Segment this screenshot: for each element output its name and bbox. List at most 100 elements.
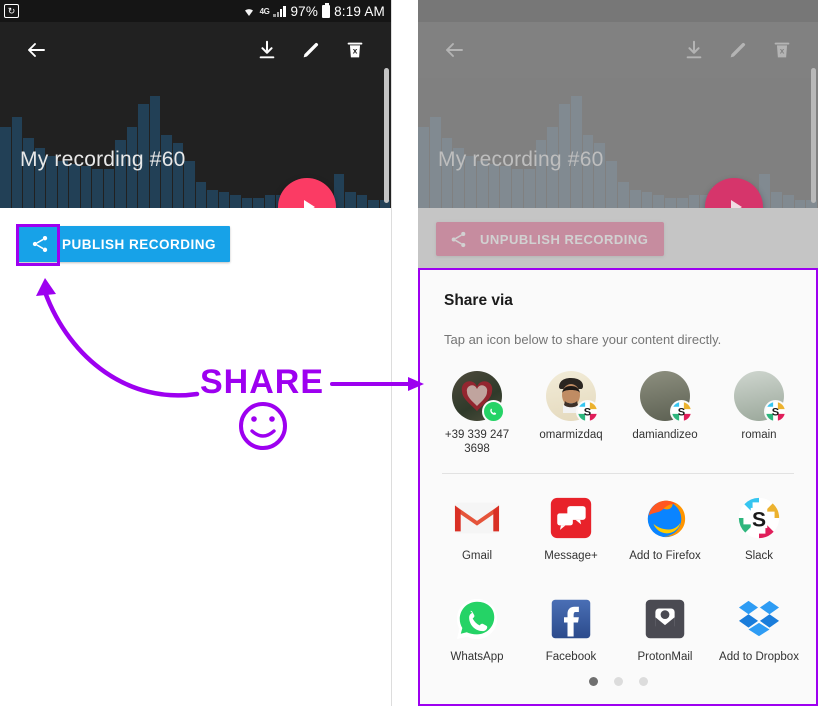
slack-badge-icon: S bbox=[576, 400, 599, 423]
gmail-icon bbox=[453, 494, 501, 542]
signal-bars-icon bbox=[273, 5, 286, 17]
svg-text:S: S bbox=[584, 406, 591, 418]
unpublish-recording-button[interactable]: UNPUBLISH RECORDING bbox=[436, 222, 665, 256]
waveform-bar bbox=[418, 127, 429, 208]
waveform-bar bbox=[618, 182, 629, 208]
waveform-bar bbox=[103, 169, 114, 208]
back-arrow-icon[interactable] bbox=[14, 28, 58, 72]
avatar: S bbox=[546, 371, 599, 423]
svg-text:S: S bbox=[752, 508, 766, 531]
share-target-app[interactable]: WhatsApp bbox=[430, 587, 524, 670]
message-plus-icon bbox=[547, 494, 595, 542]
waveform-bar bbox=[676, 197, 688, 208]
waveform-bar bbox=[218, 192, 229, 208]
waveform-bar bbox=[241, 197, 252, 208]
svg-text:S: S bbox=[678, 406, 685, 418]
share-target-app[interactable]: ProtonMail bbox=[618, 587, 712, 670]
share-target-app[interactable]: Facebook bbox=[524, 587, 618, 670]
waveform-bar bbox=[264, 195, 275, 208]
share-target-contact[interactable]: S omarmizdaq bbox=[524, 363, 618, 463]
app-label: Message+ bbox=[544, 549, 598, 562]
share-sheet: Share via Tap an icon below to share you… bbox=[418, 268, 818, 706]
waveform-bar bbox=[184, 161, 195, 208]
share-target-app[interactable]: Add to Firefox bbox=[618, 486, 712, 569]
share-sheet-title: Share via bbox=[444, 292, 513, 309]
svg-text:x: x bbox=[353, 47, 358, 56]
waveform-bar bbox=[230, 195, 241, 208]
contact-label: omarmizdaq bbox=[539, 429, 603, 441]
app-label: WhatsApp bbox=[450, 651, 504, 664]
app-label: Add to Firefox bbox=[629, 549, 701, 562]
edit-pencil-icon[interactable] bbox=[289, 28, 333, 72]
app-toolbar: x bbox=[0, 22, 391, 78]
waveform-bar bbox=[794, 200, 806, 208]
waveform-bar bbox=[653, 195, 665, 208]
facebook-icon bbox=[547, 595, 595, 643]
download-icon[interactable] bbox=[245, 28, 289, 72]
firefox-icon bbox=[641, 494, 689, 542]
waveform-bar bbox=[0, 127, 11, 208]
waveform-bar bbox=[80, 166, 91, 208]
sheet-divider bbox=[442, 472, 794, 474]
waveform-bar bbox=[606, 161, 618, 208]
waveform-bar bbox=[356, 195, 367, 208]
network-type-label: 4G bbox=[259, 6, 270, 16]
page-dot[interactable] bbox=[588, 677, 598, 686]
delete-trash-icon[interactable]: x bbox=[760, 28, 804, 72]
app-label: Add to Dropbox bbox=[719, 651, 799, 664]
waveform-bar bbox=[207, 189, 218, 208]
panel-gap bbox=[392, 0, 418, 706]
download-icon[interactable] bbox=[672, 28, 716, 72]
app-label: Facebook bbox=[545, 651, 597, 664]
share-target-app[interactable]: Add to Dropbox bbox=[712, 587, 806, 670]
wifi-icon bbox=[242, 5, 256, 17]
share-target-contact[interactable]: S romain bbox=[712, 363, 806, 463]
waveform-bar bbox=[500, 166, 512, 208]
share-target-app[interactable]: Message+ bbox=[524, 486, 618, 569]
waveform-bar bbox=[92, 169, 103, 208]
contact-label: +39 339 247 3698 bbox=[444, 429, 510, 456]
app-label: ProtonMail bbox=[637, 651, 693, 664]
share-target-app[interactable]: Gmail bbox=[430, 486, 524, 569]
waveform-bar bbox=[688, 195, 700, 208]
publish-recording-button[interactable]: PUBLISH RECORDING bbox=[18, 226, 231, 262]
waveform-bar bbox=[665, 197, 676, 208]
share-icon bbox=[18, 234, 62, 254]
contacts-grid: +39 339 247 3698 S omarmizdaq S damiandi… bbox=[420, 347, 816, 463]
waveform-bar bbox=[512, 169, 523, 208]
apps-grid-row2: WhatsApp Facebook ProtonMail Add to Drop… bbox=[420, 569, 816, 670]
contact-label: damiandizeo bbox=[632, 429, 698, 441]
waveform-bar bbox=[782, 195, 794, 208]
page-dot[interactable] bbox=[613, 677, 623, 686]
app-toolbar-dimmed: x bbox=[418, 22, 818, 78]
scrollbar[interactable] bbox=[811, 68, 816, 203]
share-sheet-subtitle: Tap an icon below to share your content … bbox=[444, 332, 722, 347]
back-arrow-icon[interactable] bbox=[432, 28, 476, 72]
avatar: S bbox=[734, 371, 787, 423]
page-dot[interactable] bbox=[638, 677, 648, 686]
avatar: S bbox=[640, 371, 693, 423]
svg-text:x: x bbox=[780, 47, 785, 56]
slack-badge-icon: S bbox=[670, 400, 693, 423]
waveform-bar bbox=[770, 192, 782, 208]
share-icon bbox=[436, 230, 480, 249]
battery-icon bbox=[322, 2, 331, 18]
page-indicator[interactable] bbox=[420, 677, 816, 704]
app-label: Gmail bbox=[461, 549, 493, 562]
svg-text:S: S bbox=[772, 406, 779, 418]
share-target-contact[interactable]: S damiandizeo bbox=[618, 363, 712, 463]
recording-title: My recording #60 bbox=[438, 148, 604, 171]
share-target-app[interactable]: S Slack bbox=[712, 486, 806, 569]
player-hero-dimmed: My recording #60 bbox=[418, 78, 818, 208]
scrollbar[interactable] bbox=[384, 68, 389, 203]
waveform-bar bbox=[641, 192, 653, 208]
waveform-bar bbox=[368, 200, 379, 208]
share-target-contact[interactable]: +39 339 247 3698 bbox=[430, 363, 524, 463]
edit-pencil-icon[interactable] bbox=[716, 28, 760, 72]
waveform-bar bbox=[629, 189, 641, 208]
delete-trash-icon[interactable]: x bbox=[333, 28, 377, 72]
battery-percent-label: 97% bbox=[290, 3, 319, 19]
unpublish-recording-label: UNPUBLISH RECORDING bbox=[480, 231, 649, 247]
app-label: Slack bbox=[744, 549, 774, 562]
contact-label: romain bbox=[741, 429, 777, 441]
